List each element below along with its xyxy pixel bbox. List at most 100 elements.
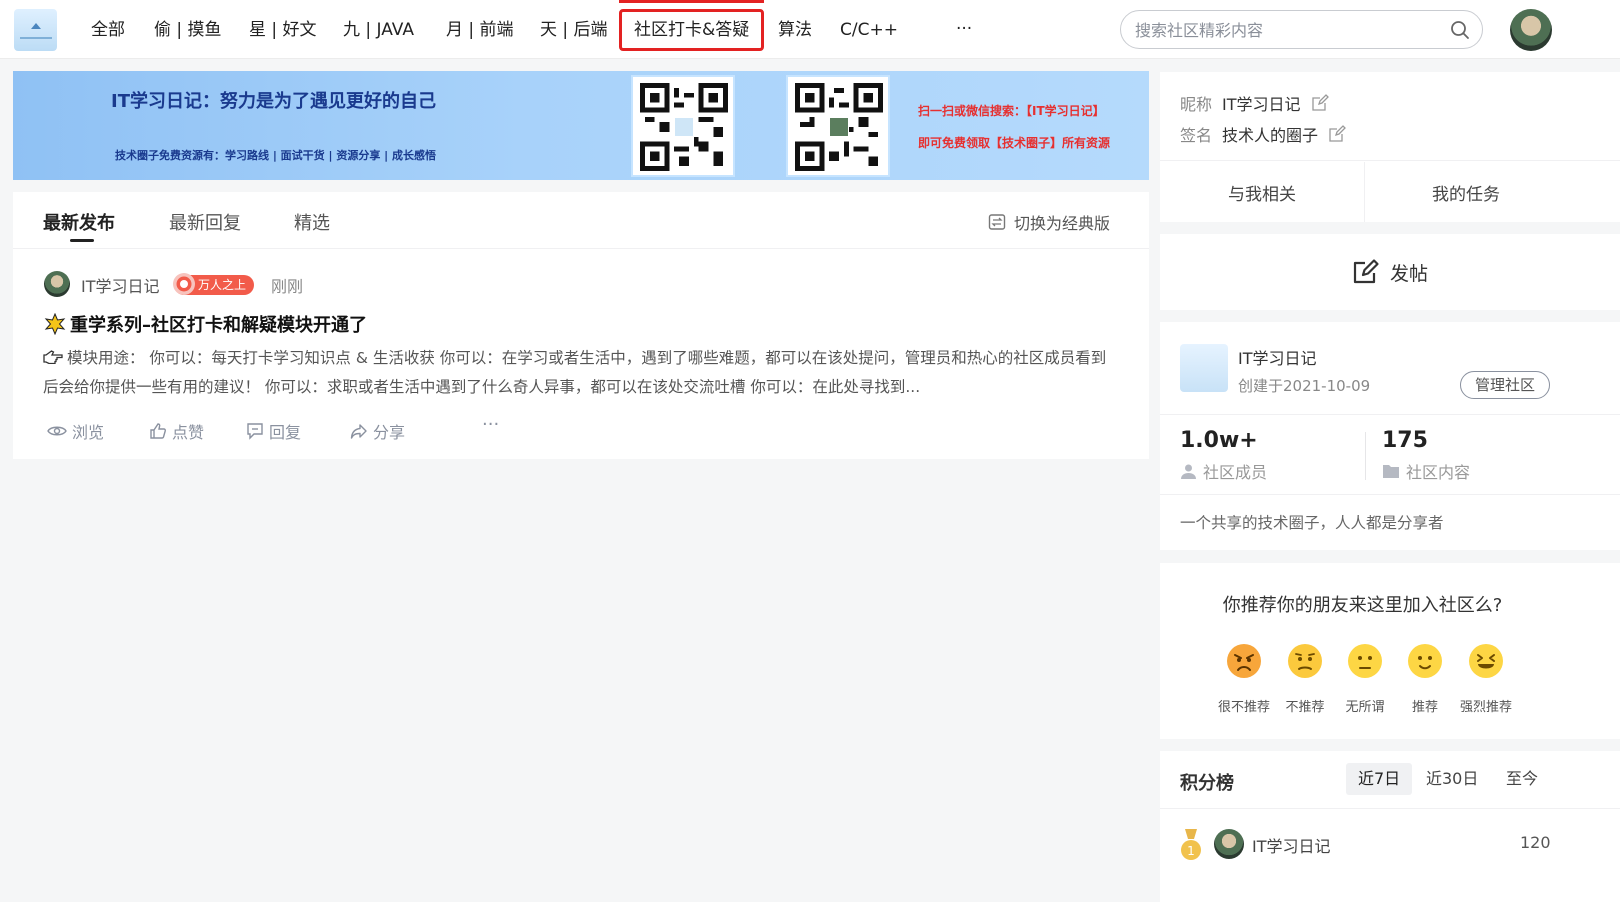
smile-face-icon[interactable] <box>1407 643 1443 679</box>
tab-my-tasks[interactable]: 我的任务 <box>1432 180 1500 205</box>
rank-tab-7days[interactable]: 近7日 <box>1346 763 1413 795</box>
banner-subtitle: 技术圈子免费资源有：学习路线 | 面试干货 | 资源分享 | 成长感悟 <box>115 149 437 162</box>
tab-featured[interactable]: 精选 <box>294 209 330 235</box>
view-label: 浏览 <box>72 423 105 442</box>
survey-question: 你推荐你的朋友来这里加入社区么? <box>1222 595 1503 616</box>
new-post-label: 发帖 <box>1389 262 1428 285</box>
leaderboard-title: 积分榜 <box>1180 773 1234 794</box>
nav-more-button[interactable]: ··· <box>956 17 972 41</box>
nav-item-java[interactable]: 九 | JAVA <box>343 18 414 42</box>
like-label: 点赞 <box>172 423 205 442</box>
nav-item-moyu[interactable]: 偷 | 摸鱼 <box>154 18 222 42</box>
nav-item-checkin-qa[interactable]: 社区打卡&答疑 <box>634 18 749 42</box>
members-count: 1.0w+ <box>1180 428 1258 453</box>
nav-item-all[interactable]: 全部 <box>91 18 125 42</box>
community-name: IT学习日记 <box>1238 349 1317 368</box>
comment-icon <box>247 423 263 440</box>
manage-community-button[interactable]: 管理社区 <box>1460 371 1550 399</box>
rank-tab-all-time[interactable]: 至今 <box>1494 763 1550 795</box>
profile-card: 昵称 IT学习日记 签名 技术人的圈子 与我相关 我的任务 <box>1160 72 1620 222</box>
edit-icon[interactable] <box>1311 94 1329 112</box>
rank-user-score: 120 <box>1520 833 1551 852</box>
nav-item-frontend[interactable]: 月 | 前端 <box>446 18 514 42</box>
share-action[interactable]: 分享 <box>350 419 405 443</box>
edit-icon[interactable] <box>1328 125 1346 143</box>
content-label: 社区内容 <box>1406 463 1471 482</box>
tab-active-underline <box>70 239 94 242</box>
divider <box>1160 414 1620 415</box>
reply-action[interactable]: 回复 <box>246 419 301 443</box>
rank-user-avatar[interactable] <box>1214 829 1244 859</box>
neutral-face-icon[interactable] <box>1347 643 1383 679</box>
switch-icon <box>988 214 1006 230</box>
divider <box>1160 160 1620 161</box>
share-label: 分享 <box>373 423 406 442</box>
rank-tab-30days[interactable]: 近30日 <box>1414 763 1490 795</box>
switch-classic-button[interactable]: 切换为经典版 <box>988 210 1110 234</box>
site-logo[interactable] <box>14 9 57 51</box>
new-post-button[interactable]: 发帖 <box>1160 234 1620 310</box>
user-icon <box>1181 464 1196 479</box>
search-box[interactable] <box>1120 10 1483 49</box>
nickname-label: 昵称 <box>1180 95 1213 114</box>
switch-classic-label: 切换为经典版 <box>1014 214 1111 233</box>
nav-item-cpp[interactable]: C/C++ <box>840 18 898 42</box>
post-title-text: 重学系列–社区打卡和解疑模块开通了 <box>70 315 367 336</box>
nav-item-haowen[interactable]: 星 | 好文 <box>249 18 317 42</box>
post-excerpt[interactable]: 模块用途： 你可以：每天打卡学习知识点 & 生活收获 你可以：在学习或者生活中，… <box>43 344 1113 402</box>
qr-code-image <box>631 75 735 177</box>
community-description: 一个共享的技术圈子，人人都是分享者 <box>1180 514 1444 532</box>
rank-user-name[interactable]: IT学习日记 <box>1252 833 1331 857</box>
tab-related-to-me[interactable]: 与我相关 <box>1228 180 1296 205</box>
nickname-row: 昵称 IT学习日记 <box>1180 91 1329 115</box>
unhappy-face-icon[interactable] <box>1287 643 1323 679</box>
search-input[interactable] <box>1135 18 1435 42</box>
members-stat: 社区成员 <box>1180 459 1267 483</box>
eye-icon <box>47 426 67 436</box>
banner-right-line1: 扫一扫或微信搜索：【IT学习日记】 <box>918 104 1105 118</box>
gold-medal-icon: 1 <box>1181 829 1201 860</box>
option-strongly-recommend[interactable]: 强烈推荐 <box>1451 696 1521 715</box>
post-author-name[interactable]: IT学习日记 <box>81 273 160 297</box>
more-label: ··· <box>482 414 500 435</box>
nav-item-algorithm[interactable]: 算法 <box>778 18 812 42</box>
post-author-avatar[interactable] <box>44 271 70 297</box>
points-leaderboard-card: 积分榜 近7日 近30日 至今 1 IT学习日记 120 <box>1160 751 1620 902</box>
folder-icon <box>1383 465 1399 478</box>
rank-number: 1 <box>1187 844 1195 858</box>
community-info-card: IT学习日记 创建于2021-10-09 管理社区 1.0w+ 社区成员 175… <box>1160 322 1620 550</box>
nickname-value: IT学习日记 <box>1222 95 1301 114</box>
divider <box>1364 162 1365 222</box>
view-action[interactable]: 浏览 <box>47 419 104 443</box>
community-created-date: 创建于2021-10-09 <box>1238 377 1371 395</box>
content-stat: 社区内容 <box>1382 459 1470 483</box>
share-icon <box>350 424 367 439</box>
laughing-face-icon[interactable] <box>1468 643 1504 679</box>
medal-icon <box>173 273 195 295</box>
banner-title: IT学习日记：努力是为了遇见更好的自己 <box>111 91 436 112</box>
search-icon[interactable] <box>1450 20 1470 40</box>
community-logo <box>1180 344 1228 392</box>
post-excerpt-text: 模块用途： 你可以：每天打卡学习知识点 & 生活收获 你可以：在学习或者生活中，… <box>43 349 1107 396</box>
tab-latest-reply[interactable]: 最新回复 <box>169 209 241 235</box>
user-avatar[interactable] <box>1510 9 1552 51</box>
divider <box>1160 808 1620 809</box>
feed-tabs: 最新发布 最新回复 精选 切换为经典版 <box>13 192 1149 249</box>
nav-item-backend[interactable]: 天 | 后端 <box>540 18 608 42</box>
post-time: 刚刚 <box>271 277 304 296</box>
option-very-not-recommend[interactable]: 很不推荐 <box>1209 696 1279 715</box>
angry-face-icon[interactable] <box>1226 643 1262 679</box>
compose-icon <box>1353 259 1379 284</box>
qr-code-image <box>786 75 890 177</box>
signature-label: 签名 <box>1180 126 1213 145</box>
tab-latest[interactable]: 最新发布 <box>43 209 115 235</box>
pointing-hand-icon <box>43 350 63 365</box>
promo-banner[interactable]: IT学习日记：努力是为了遇见更好的自己 技术圈子免费资源有：学习路线 | 面试干… <box>13 71 1149 180</box>
more-actions-button[interactable]: ··· <box>482 414 499 435</box>
signature-row: 签名 技术人的圈子 <box>1180 122 1346 146</box>
option-recommend[interactable]: 推荐 <box>1390 696 1460 715</box>
post-title[interactable]: 重学系列–社区打卡和解疑模块开通了 <box>44 311 367 337</box>
like-action[interactable]: 点赞 <box>149 419 204 443</box>
divider <box>1365 432 1366 480</box>
nav-active-indicator <box>619 0 764 3</box>
